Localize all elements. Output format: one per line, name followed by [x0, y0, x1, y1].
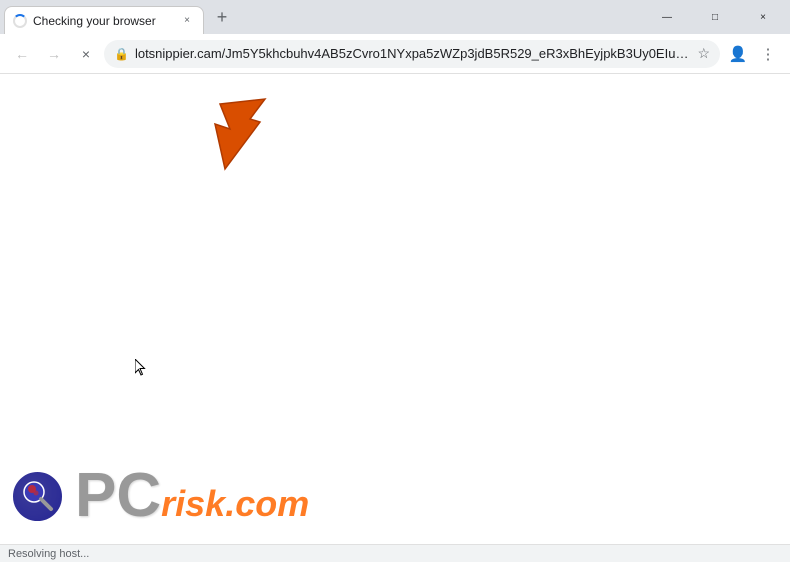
address-text: lotsnippier.cam/Jm5Y5khcbuhv4AB5zCvro1NY… [135, 46, 691, 61]
status-text: Resolving host... [8, 548, 89, 560]
active-tab[interactable]: Checking your browser × [4, 6, 204, 34]
tab-spinner [13, 14, 27, 28]
tab-title: Checking your browser [33, 14, 173, 28]
content-area: PC risk.com [0, 74, 790, 544]
new-tab-button[interactable]: + [208, 3, 236, 31]
maximize-button[interactable]: □ [692, 0, 738, 34]
tab-close-button[interactable]: × [179, 13, 195, 29]
arrow-annotation [210, 94, 290, 174]
pcrisk-logo [10, 469, 65, 524]
tab-area: Checking your browser × + [0, 0, 644, 34]
back-button[interactable]: ← [8, 40, 36, 68]
title-bar: Checking your browser × + — □ × [0, 0, 790, 34]
close-button[interactable]: × [740, 0, 786, 34]
pcrisk-watermark: PC risk.com [10, 468, 309, 524]
stop-button[interactable]: × [72, 40, 100, 68]
minimize-button[interactable]: — [644, 0, 690, 34]
status-bar: Resolving host... [0, 544, 790, 562]
menu-icon: ⋮ [761, 45, 776, 63]
menu-button[interactable]: ⋮ [754, 40, 782, 68]
nav-bar: ← → × 🔒 lotsnippier.cam/Jm5Y5khcbuhv4AB5… [0, 34, 790, 74]
bookmark-star-icon[interactable]: ☆ [697, 45, 710, 62]
pcrisk-combined-text: PC risk.com [75, 468, 309, 524]
mouse-cursor [135, 359, 147, 377]
pcrisk-pc-text: PC [75, 468, 161, 524]
back-icon: ← [15, 46, 29, 62]
forward-button[interactable]: → [40, 40, 68, 68]
profile-button[interactable]: 👤 [724, 40, 752, 68]
pcrisk-text: PC risk.com [75, 468, 309, 524]
lock-icon: 🔒 [114, 47, 129, 61]
pcrisk-risk-text: risk.com [161, 486, 309, 522]
address-bar[interactable]: 🔒 lotsnippier.cam/Jm5Y5khcbuhv4AB5zCvro1… [104, 40, 720, 68]
forward-icon: → [47, 46, 61, 62]
nav-right-buttons: 👤 ⋮ [724, 40, 782, 68]
stop-icon: × [82, 46, 90, 62]
window-controls: — □ × [644, 0, 790, 34]
profile-icon: 👤 [729, 45, 748, 63]
